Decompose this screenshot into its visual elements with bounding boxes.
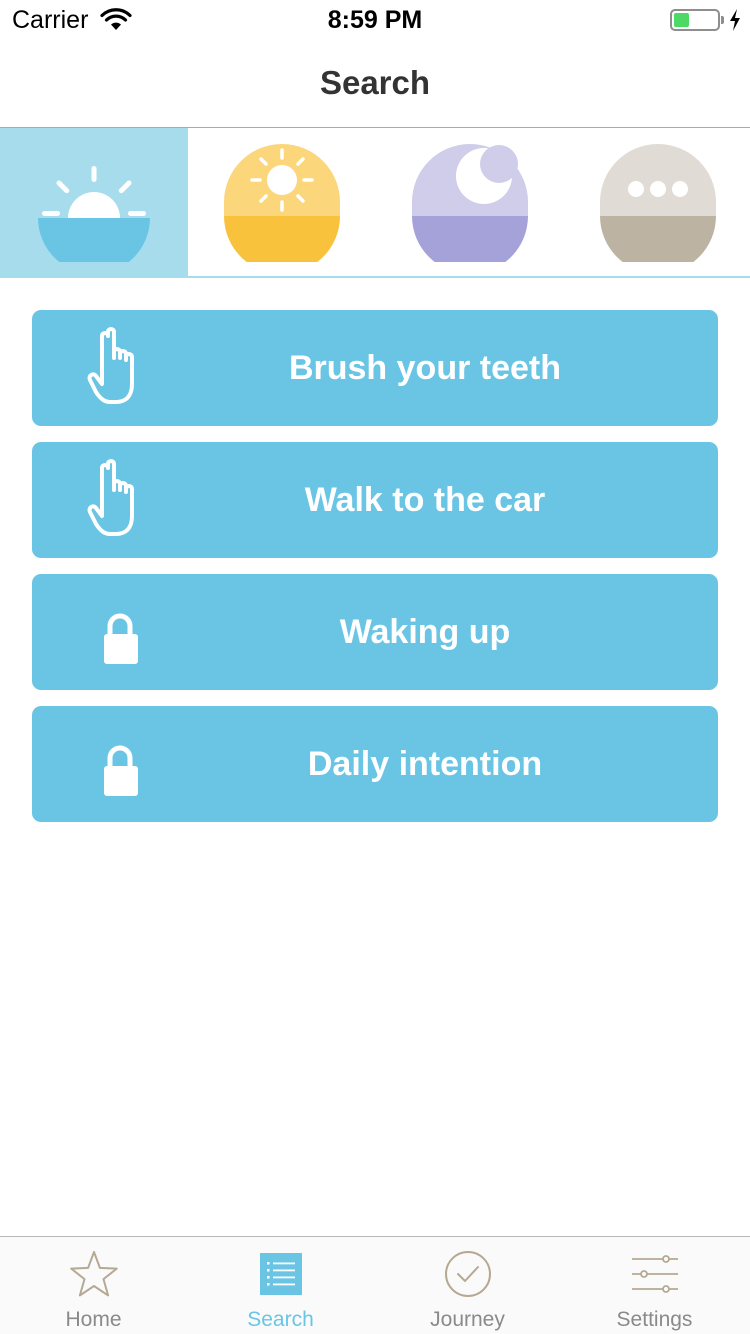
activity-label: Waking up (339, 613, 511, 651)
sliders-icon (632, 1255, 678, 1293)
tab-settings[interactable]: Settings (561, 1237, 748, 1334)
category-night[interactable] (376, 128, 564, 276)
list-icon (260, 1253, 302, 1295)
tab-bar: Home Search Journey Settings (0, 1236, 750, 1334)
tab-label: Settings (616, 1308, 693, 1331)
battery-tip (721, 16, 724, 24)
tab-label: Search (247, 1308, 314, 1331)
status-bar: Carrier 8:59 PM (0, 0, 750, 40)
activity-button-walk-to-car[interactable]: Walk to the car (32, 442, 718, 558)
sunrise-icon (38, 166, 150, 262)
checkmark-circle-icon (445, 1251, 491, 1297)
activity-label: Walk to the car (304, 481, 546, 519)
activity-label: Daily intention (307, 745, 543, 783)
status-time: 8:59 PM (327, 6, 423, 34)
tab-journey[interactable]: Journey (374, 1237, 561, 1334)
tab-search[interactable]: Search (187, 1237, 374, 1334)
category-strip (0, 128, 750, 278)
category-morning[interactable] (0, 128, 188, 276)
battery-icon (670, 9, 720, 31)
navigation-bar: Search (0, 40, 750, 128)
category-more[interactable] (564, 128, 750, 276)
activity-button-waking-up[interactable]: Waking up (32, 574, 718, 690)
tab-label: Journey (430, 1308, 505, 1331)
activity-label: Brush your teeth (288, 349, 562, 387)
page-title: Search (319, 64, 431, 101)
charging-bolt-icon (730, 9, 740, 31)
activity-button-brush-teeth[interactable]: Brush your teeth (32, 310, 718, 426)
more-icon (600, 144, 716, 262)
tab-label: Home (65, 1308, 122, 1331)
sun-icon (224, 144, 340, 262)
battery-level (674, 13, 689, 27)
star-icon (70, 1251, 118, 1297)
category-day[interactable] (188, 128, 376, 276)
moon-icon (412, 144, 528, 262)
activity-button-daily-intention[interactable]: Daily intention (32, 706, 718, 822)
tab-home[interactable]: Home (0, 1237, 187, 1334)
